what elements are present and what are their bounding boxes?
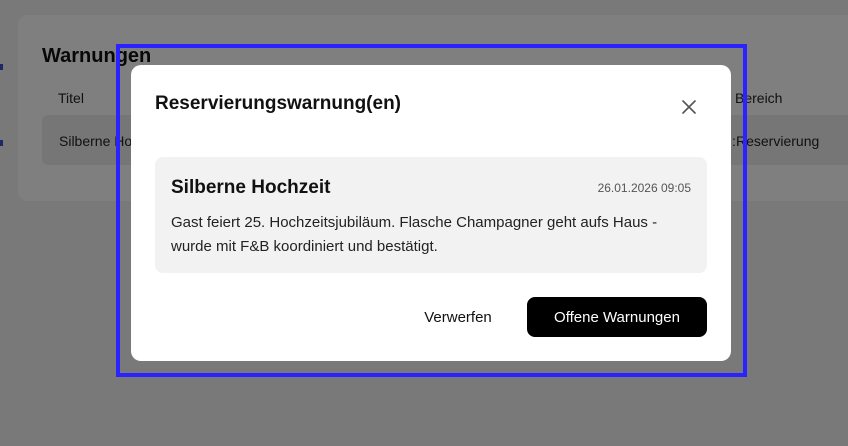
close-button[interactable] [677, 95, 701, 119]
discard-button[interactable]: Verwerfen [407, 297, 509, 337]
warning-card: Silberne Hochzeit 26.01.2026 09:05 Gast … [155, 157, 707, 273]
warning-title: Silberne Hochzeit [171, 177, 331, 198]
close-icon [682, 100, 696, 114]
warning-text: Gast feiert 25. Hochzeitsjubiläum. Flasc… [171, 214, 658, 255]
warning-timestamp: 26.01.2026 09:05 [597, 181, 691, 195]
reservation-warning-dialog: Reservierungswarnung(en) Silberne Hochze… [131, 65, 731, 361]
dialog-title: Reservierungswarnung(en) [155, 93, 401, 114]
open-warnings-button[interactable]: Offene Warnungen [527, 297, 707, 337]
